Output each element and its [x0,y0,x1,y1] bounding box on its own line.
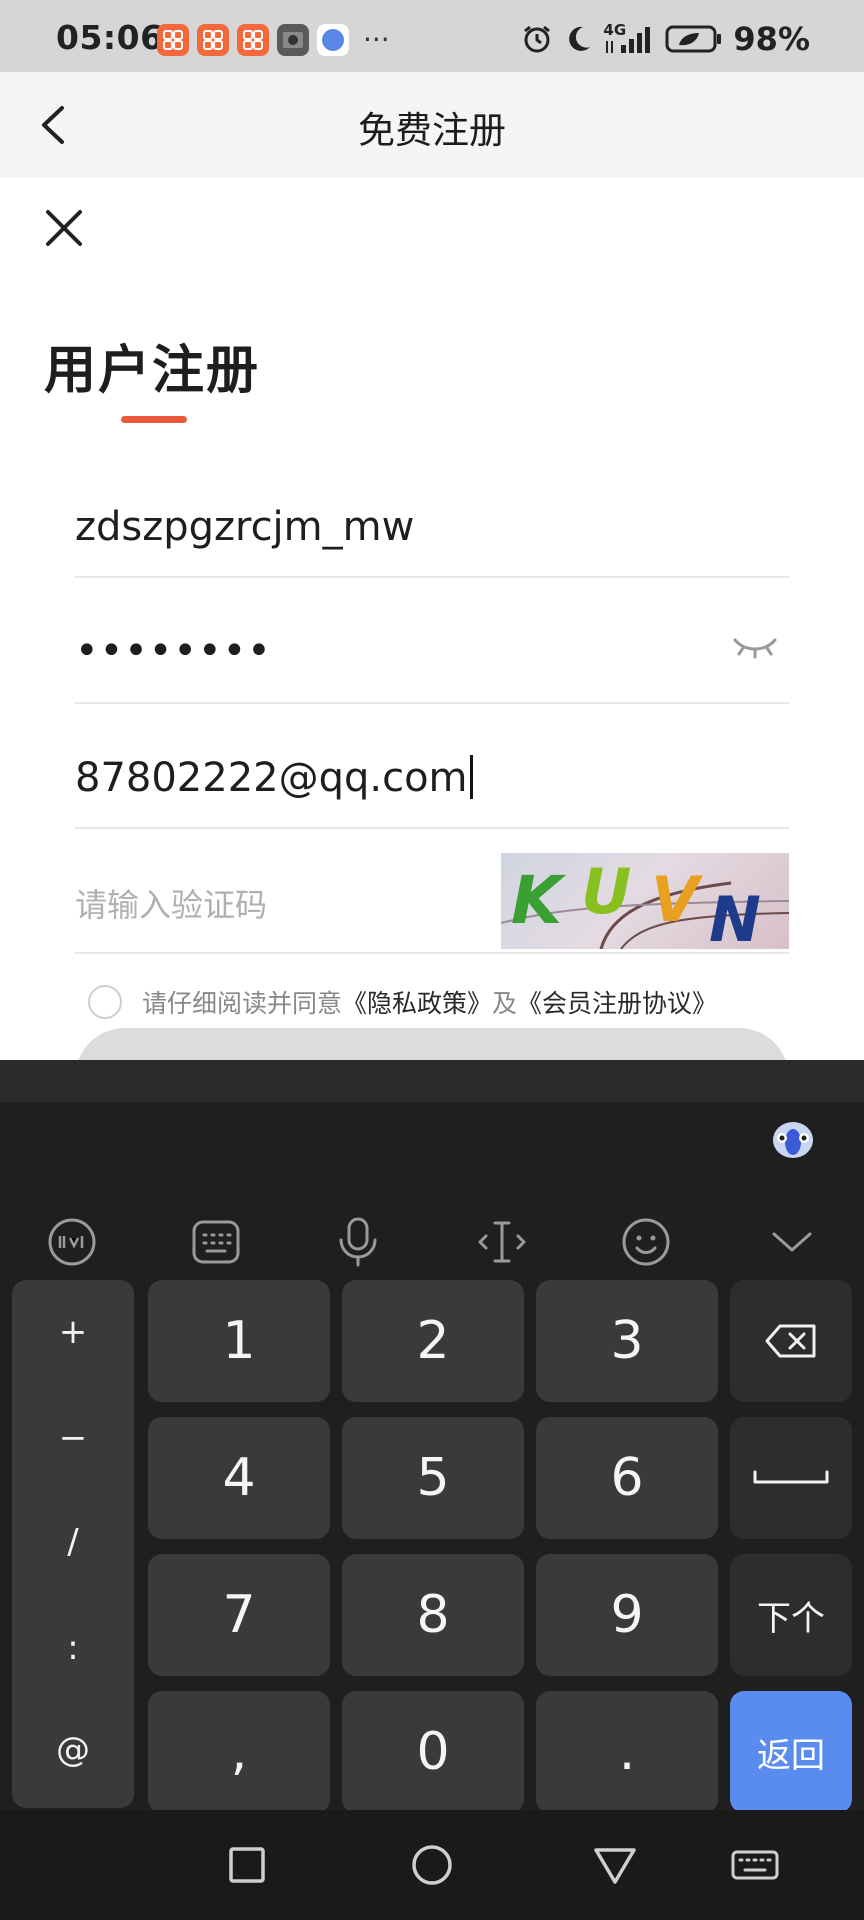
space-icon [753,1470,829,1484]
next-key[interactable]: 下个 [730,1554,852,1676]
member-terms-link[interactable]: 《会员注册协议》 [517,989,717,1018]
collapse-keyboard-chevron-icon[interactable] [764,1214,820,1270]
top-nav-bar: 免费注册 [0,72,864,178]
eye-closed-icon[interactable] [731,632,779,662]
symbol-key-plus[interactable]: + [12,1312,134,1352]
captcha-field: K U V N [75,830,789,954]
captcha-input[interactable] [75,886,475,924]
captcha-image[interactable]: K U V N [501,853,789,949]
email-value: 87802222@qq.com [75,755,473,801]
more-notifications-icon: ··· [363,23,390,56]
page-title: 免费注册 [358,109,506,152]
username-value: zdszpgzrcjm_mw [75,504,415,550]
username-field[interactable]: zdszpgzrcjm_mw [75,454,789,578]
symbol-column: + − / : @ [12,1280,134,1808]
cursor-move-icon[interactable] [474,1214,530,1270]
svg-text:U: U [581,855,631,928]
privacy-policy-link[interactable]: 《隐私政策》 [342,989,492,1018]
numeric-keyboard: + − / : @ 1 2 3 4 5 6 7 8 9 , 0 . 下个 返回 [0,1060,864,1920]
do-not-disturb-moon-icon [569,26,591,51]
agree-radio[interactable] [88,985,122,1019]
keyboard-switch-icon[interactable] [730,1840,780,1890]
symbol-key-at[interactable]: @ [12,1730,134,1770]
svg-text:N: N [709,883,761,949]
key-comma[interactable]: , [148,1691,330,1813]
backspace-icon [765,1324,816,1358]
form-heading: 用户注册 [44,341,261,401]
browser-notification-icon [317,24,349,56]
status-bar: 05:06 ··· 4G 98% [0,0,864,72]
agreement-text: 请仔细阅读并同意《隐私政策》及《会员注册协议》 [142,989,718,1018]
battery-percent: 98% [733,20,810,58]
app-notification-icon [237,24,269,56]
svg-text:K: K [511,862,567,939]
return-key[interactable]: 返回 [730,1691,852,1813]
key-2[interactable]: 2 [342,1280,524,1402]
agreement-row: 请仔细阅读并同意《隐私政策》及《会员注册协议》 [88,980,717,1024]
keyboard-layout-icon[interactable] [188,1214,244,1270]
key-7[interactable]: 7 [148,1554,330,1676]
symbol-key-colon[interactable]: : [12,1628,134,1668]
password-value: •••••••• [75,628,272,674]
backspace-key[interactable] [730,1280,852,1402]
battery-saver-icon [665,25,722,53]
emoji-icon[interactable] [618,1214,674,1270]
status-right: 4G 98% [521,20,810,58]
email-field[interactable]: 87802222@qq.com [75,705,789,829]
home-circle-icon[interactable] [407,1840,457,1890]
key-5[interactable]: 5 [342,1417,524,1539]
recent-apps-square-icon[interactable] [222,1840,272,1890]
cellular-signal-icon: 4G [603,21,655,55]
key-4[interactable]: 4 [148,1417,330,1539]
svg-text:V: V [651,863,704,936]
key-period[interactable]: . [536,1691,718,1813]
space-key[interactable] [730,1417,852,1539]
app-notification-icon [197,24,229,56]
back-triangle-icon[interactable] [590,1840,640,1890]
password-field[interactable]: •••••••• [75,580,789,704]
keyboard-top-strip [0,1060,864,1102]
notification-icons: ··· [157,24,390,56]
system-navigation-bar [0,1810,864,1920]
heading-underline [121,416,187,423]
key-1[interactable]: 1 [148,1280,330,1402]
microphone-icon[interactable] [330,1214,386,1270]
text-caret [469,755,473,799]
key-3[interactable]: 3 [536,1280,718,1402]
status-time: 05:06 [56,18,164,57]
app-notification-icon [157,24,189,56]
key-8[interactable]: 8 [342,1554,524,1676]
keyboard-mascot-icon[interactable] [770,1118,816,1160]
photo-notification-icon [277,24,309,56]
symbol-key-minus[interactable]: − [12,1418,134,1458]
close-icon[interactable] [40,204,88,252]
key-0[interactable]: 0 [342,1691,524,1813]
key-6[interactable]: 6 [536,1417,718,1539]
handwriting-icon[interactable] [44,1214,100,1270]
symbol-key-slash[interactable]: / [12,1522,134,1562]
key-9[interactable]: 9 [536,1554,718,1676]
alarm-icon [524,25,551,53]
